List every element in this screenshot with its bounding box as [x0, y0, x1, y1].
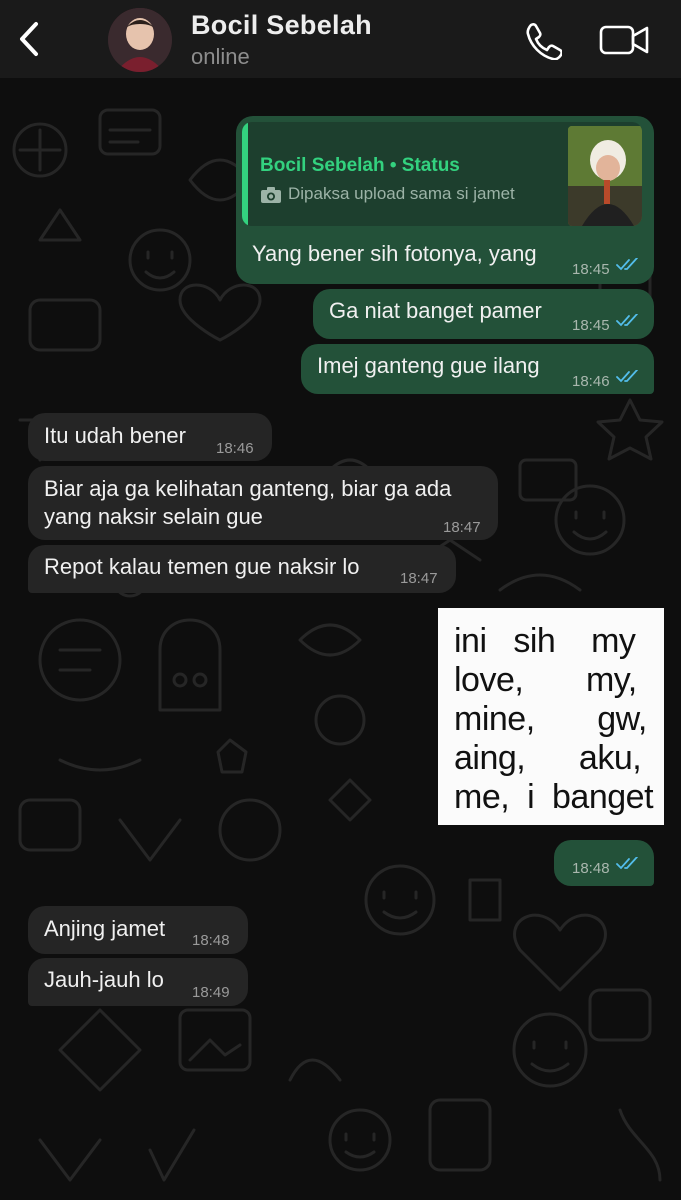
message-bubble-outgoing[interactable]: Ga niat banget pamer 18:45: [313, 289, 654, 339]
read-receipt-icon: [616, 370, 638, 383]
message-time: 18:47: [400, 570, 438, 587]
message-text: Jauh-jauh lo: [44, 967, 164, 992]
message-text: Ga niat banget pamer: [329, 298, 542, 323]
reply-accent-bar: [242, 122, 248, 226]
message-time: 18:48: [572, 860, 610, 877]
message-bubble-incoming[interactable]: Itu udah bener 18:46: [28, 413, 272, 461]
sticker-line: aing, aku,: [454, 739, 642, 777]
reply-snippet: Dipaksa upload sama si jamet: [260, 180, 515, 208]
sticker-line: ini sih my: [454, 622, 636, 660]
message-bubble-incoming[interactable]: Jauh-jauh lo 18:49: [28, 958, 248, 1006]
sticker-line: mine, gw,: [454, 700, 647, 738]
status-reply-preview[interactable]: Bocil Sebelah • Status Dipaksa upload sa…: [242, 122, 642, 226]
contact-status: online: [191, 44, 250, 69]
message-time: 18:45: [572, 317, 610, 334]
read-receipt-icon: [616, 857, 638, 870]
read-receipt-icon: [616, 258, 638, 271]
message-text-line-1: Biar aja ga kelihatan ganteng, biar ga a…: [44, 476, 452, 501]
read-receipt-icon: [616, 314, 638, 327]
reply-title: Bocil Sebelah • Status: [260, 155, 460, 176]
voice-call-icon[interactable]: [522, 20, 562, 60]
back-arrow-icon[interactable]: [14, 20, 44, 58]
contact-avatar[interactable]: [108, 8, 172, 72]
sticker-line: love, my,: [454, 661, 637, 699]
message-time: 18:45: [572, 261, 610, 278]
message-time: 18:47: [443, 519, 481, 536]
message-list: Bocil Sebelah • Status Dipaksa upload sa…: [0, 0, 681, 1200]
message-bubble-outgoing[interactable]: Imej ganteng gue ilang 18:46: [301, 344, 654, 394]
status-photo-thumbnail: [568, 126, 642, 226]
message-bubble-incoming[interactable]: Repot kalau temen gue naksir lo 18:47: [28, 545, 456, 593]
message-text: Anjing jamet: [44, 916, 166, 941]
chat-header: Bocil Sebelah online: [0, 0, 681, 78]
camera-icon: [261, 186, 281, 203]
message-time: 18:49: [192, 984, 230, 1001]
video-call-icon[interactable]: [598, 22, 650, 58]
reply-snippet-text: Dipaksa upload sama si jamet: [288, 184, 515, 203]
message-text: Imej ganteng gue ilang: [317, 353, 540, 378]
message-bubble-outgoing[interactable]: 18:48: [554, 840, 654, 886]
contact-name[interactable]: Bocil Sebelah: [191, 10, 372, 41]
message-time: 18:46: [216, 440, 254, 457]
message-text: Yang bener sih fotonya, yang: [252, 241, 537, 266]
message-text: Itu udah bener: [44, 423, 186, 448]
message-time: 18:48: [192, 932, 230, 949]
message-bubble-outgoing[interactable]: Bocil Sebelah • Status Dipaksa upload sa…: [236, 116, 654, 284]
message-bubble-incoming[interactable]: Biar aja ga kelihatan ganteng, biar ga a…: [28, 466, 498, 540]
message-bubble-incoming[interactable]: Anjing jamet 18:48: [28, 906, 248, 954]
message-text-line-2: yang naksir selain gue: [44, 504, 263, 529]
sticker-line: me, i banget: [454, 778, 654, 816]
message-text: Repot kalau temen gue naksir lo: [44, 554, 360, 579]
text-image-sticker[interactable]: ini sih my love, my, mine, gw, aing, aku…: [438, 608, 664, 825]
message-time: 18:46: [572, 373, 610, 390]
